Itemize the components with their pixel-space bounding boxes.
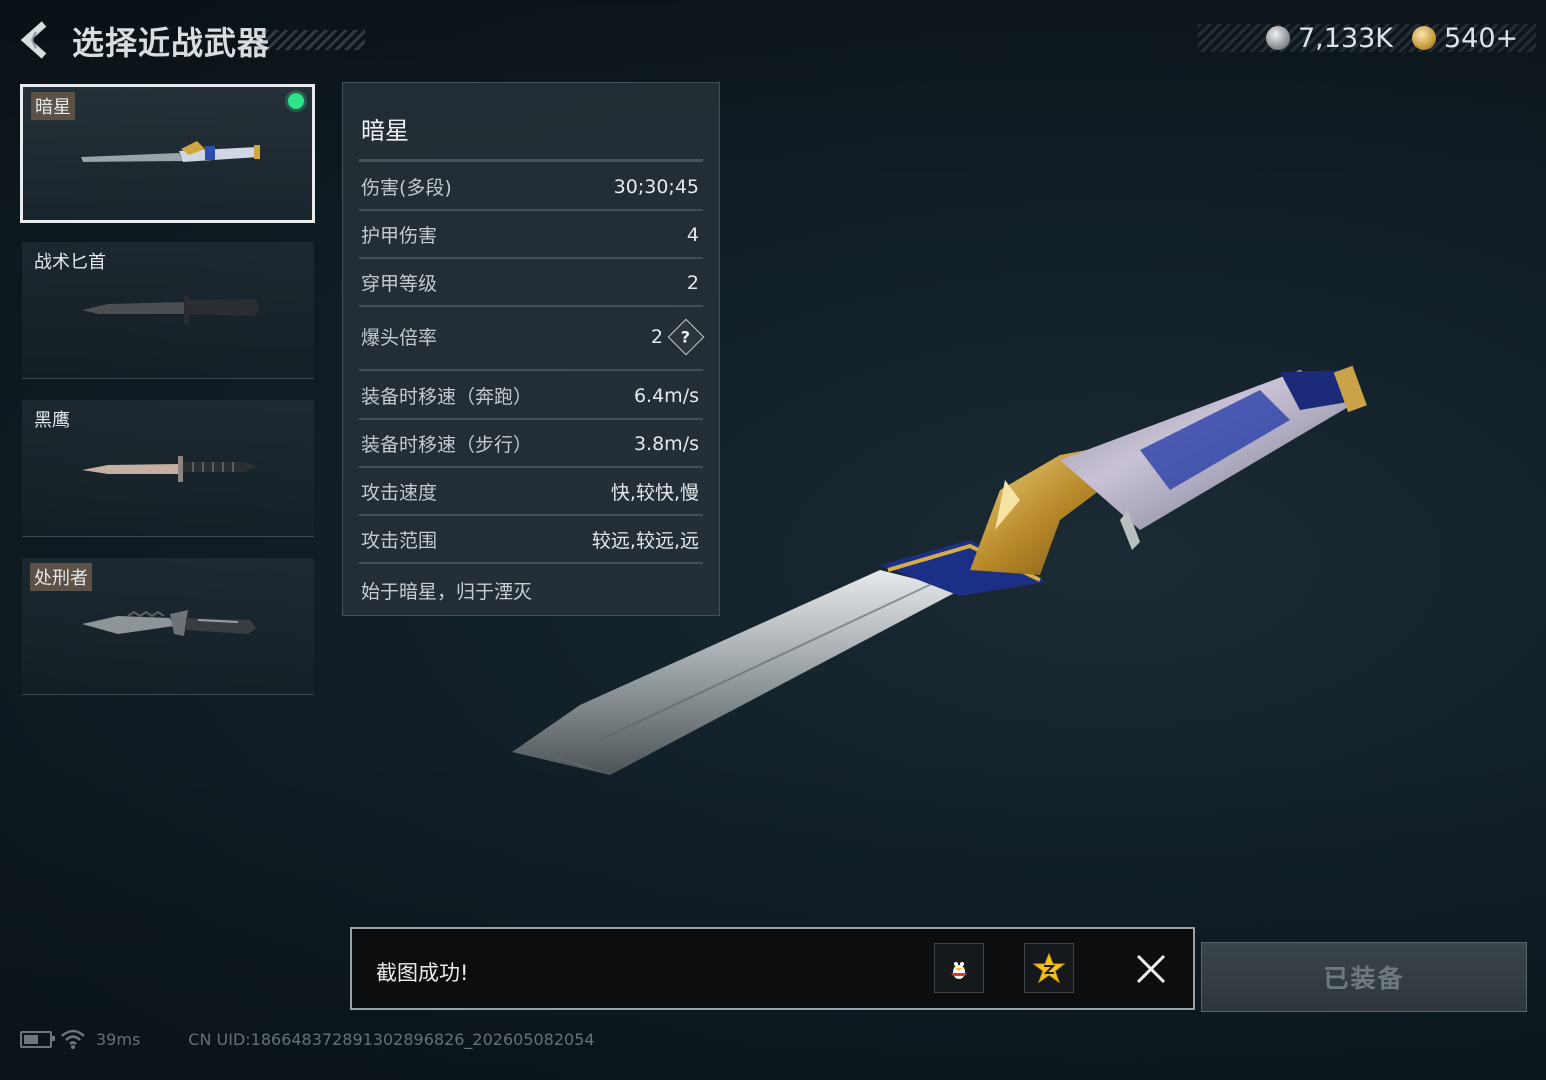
weapon-card-anxing[interactable]: 暗星 [20, 84, 315, 223]
equipped-button-label: 已装备 [1323, 964, 1405, 993]
stat-value-with-help: 2 ? [650, 318, 705, 355]
weapon-name: 战术匕首 [34, 252, 106, 273]
page-title: 选择近战武器 [72, 24, 271, 62]
stat-label: 攻击范围 [361, 530, 438, 552]
weapon-card-tactical-dagger[interactable]: 战术匕首 [22, 242, 314, 379]
share-qzone-button[interactable] [1024, 943, 1074, 993]
stat-row-damage: 伤害(多段) 30;30;45 [361, 173, 699, 200]
help-glyph: ? [681, 327, 691, 346]
weapon-name: 处刑者 [30, 563, 92, 591]
wifi-icon [61, 1029, 85, 1049]
stat-row-armor-penetration: 穿甲等级 2 [361, 269, 699, 296]
stat-row-armor-damage: 护甲伤害 4 [361, 221, 699, 248]
stat-value: 4 [686, 223, 699, 246]
stat-label: 护甲伤害 [361, 225, 438, 247]
equipped-indicator [288, 93, 304, 109]
user-uid-text: CN UID:18664837289130289682­6_2026050820… [188, 1029, 595, 1049]
knife-thumbnail-icon [81, 141, 260, 162]
share-qq-button[interactable] [934, 943, 984, 993]
knife-thumbnail-icon [82, 456, 256, 482]
title-decoration [255, 30, 365, 50]
equipped-button[interactable]: 已装备 [1201, 942, 1527, 1012]
qzone-star-icon [1033, 952, 1065, 984]
weapon-card-black-hawk[interactable]: 黑鹰 [22, 400, 314, 537]
weapon-name: 黑鹰 [34, 410, 70, 431]
stats-weapon-name: 暗星 [361, 117, 409, 145]
weapon-name: 暗星 [31, 92, 75, 120]
stat-row-headshot-multiplier: 爆头倍率 2 ? [361, 318, 705, 355]
stat-label: 爆头倍率 [361, 327, 438, 349]
knife-thumbnail-icon [82, 610, 256, 636]
screenshot-toast: 截图成功! [350, 927, 1195, 1010]
silver-coin-icon [1266, 26, 1290, 50]
stat-label: 攻击速度 [361, 482, 438, 504]
divider [359, 257, 703, 259]
close-icon [1136, 954, 1166, 984]
back-arrow-icon [20, 21, 47, 59]
melee-weapon-select-screen: 选择近战武器 7,133K 540+ 暗星 战术匕首 黑鹰 处刑者 暗星 伤害(… [0, 0, 1546, 1080]
divider [359, 159, 703, 162]
toast-message: 截图成功! [376, 961, 469, 985]
close-toast-button[interactable] [1131, 949, 1171, 989]
stat-value: 30;30;45 [613, 175, 699, 198]
qq-penguin-icon [950, 958, 968, 980]
latency-text: 39ms [96, 1029, 141, 1049]
silver-currency-value: 7,133K [1298, 22, 1394, 54]
gold-currency: 540+ [1412, 22, 1518, 54]
knife-preview-image [512, 365, 1367, 775]
stat-value: 2 [686, 271, 699, 294]
gold-coin-icon [1412, 26, 1436, 50]
back-button[interactable] [18, 20, 54, 60]
divider [359, 209, 703, 211]
gold-currency-value: 540+ [1444, 22, 1519, 54]
status-footer: 39ms CN UID:18664837289130289682­6_20260… [20, 1026, 595, 1052]
stat-label: 穿甲等级 [361, 273, 438, 295]
divider [359, 305, 703, 307]
help-icon[interactable]: ? [667, 318, 705, 355]
knife-thumbnail-icon [82, 296, 259, 324]
weapon-card-executioner[interactable]: 处刑者 [22, 558, 314, 695]
stat-value: 2 [650, 325, 663, 348]
battery-icon [20, 1030, 55, 1048]
stat-label: 伤害(多段) [361, 177, 452, 199]
silver-currency: 7,133K [1266, 22, 1393, 54]
